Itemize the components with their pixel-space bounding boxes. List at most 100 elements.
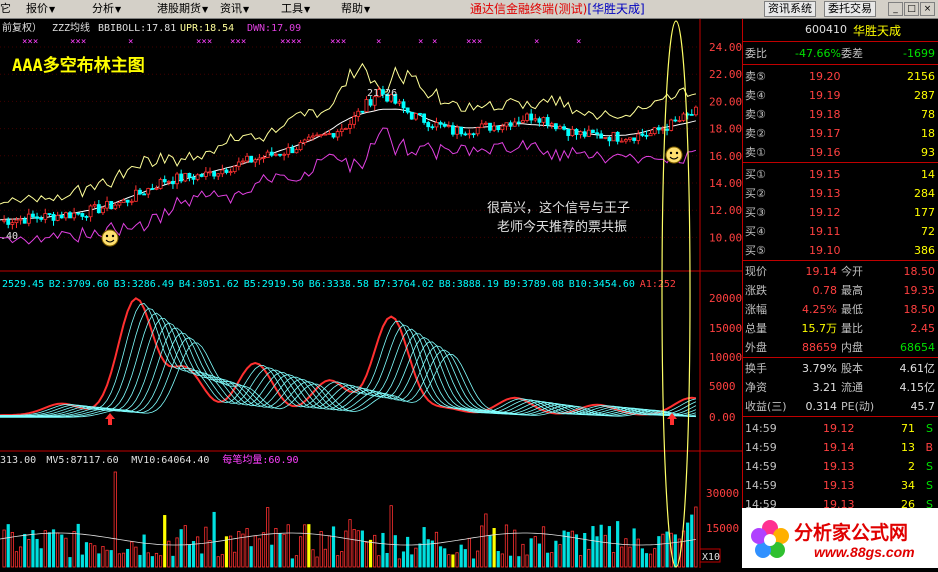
volume-legend: 313.00 MV5:87117.60 MV10:64064.40 每笔均量:60.9… [0,453,299,466]
candle [558,124,562,130]
candle [282,152,287,161]
volume-bar [18,546,23,568]
bid-price: 19.12 [809,206,841,219]
candle [693,105,698,117]
menu-item-0[interactable]: 它 [0,1,11,17]
bid-label: 买④ [745,225,766,238]
dwn-value: DWN:17.09 [247,23,301,34]
menu-item-help[interactable]: 帮助▼ [341,1,370,18]
volume-bar [253,535,257,568]
volume-bar [611,552,616,568]
ask-price: 19.16 [809,146,841,159]
volume-bar [175,537,179,568]
menu-label: 帮助 [341,2,363,15]
menu-item-tools[interactable]: 工具▼ [281,1,310,18]
volume-bar [686,522,690,568]
candle [224,168,229,175]
close-icon[interactable]: × [920,2,935,16]
weicha-value: -1699 [903,47,935,60]
watermark-logo: 分析家公式网 www.88gs.com [742,508,938,568]
indicator-legend-item: B5:2919.50 [244,279,304,290]
candle [455,124,459,139]
volume-bar [315,556,319,568]
volume-bar [422,527,426,568]
price-tick: 18.00 [709,123,742,136]
peak-label: 21.26 [367,88,397,99]
fan-line [0,297,697,417]
candle [574,128,579,140]
volume-bar [537,543,542,568]
volume-bar [377,555,381,568]
menu-item-analysis[interactable]: 分析▼ [92,1,121,18]
bid-volume: 284 [914,187,935,200]
candle [677,116,682,123]
candle [599,130,604,139]
chart-svg[interactable]: 前复权） ZZZ均线 BBIBOLL:17.81 UPR:18.54 DWN:1… [0,19,742,568]
ask-price: 19.19 [809,89,841,102]
volume-bar [286,524,290,568]
divider [743,416,938,417]
volume-bar [294,555,299,568]
candle [162,175,167,185]
maximize-icon[interactable]: □ [904,2,919,16]
stat-value: 18.50 [903,303,936,316]
volume-bar [327,535,332,568]
indicator-legend-item: B10:3454.60 [569,279,635,290]
volume-bar [410,554,414,568]
ask-volume: 93 [921,146,935,159]
stat-row: 外盘 88659 内盘 68654 [743,338,938,357]
volume-bar [340,551,344,568]
volume-bar [163,515,167,568]
volume-bar [467,537,472,568]
candle [228,168,233,176]
quote-header: 600410 华胜天成 [743,19,938,42]
candle [343,127,348,130]
indicator-tick: 0.00 [709,411,736,424]
volume-bar [117,553,122,568]
indicator-tick: 5000 [709,380,736,393]
volume-bar [438,546,443,568]
menu-item-news[interactable]: 资讯▼ [220,1,249,18]
menu-item-quote[interactable]: 报价▼ [26,1,55,18]
volume-bar [492,528,496,568]
candle [591,129,595,134]
volume-bar [459,544,463,568]
candle [55,211,60,222]
trade-button[interactable]: 委托交易 [824,1,876,17]
indicator-axis: 20000 15000 10000 5000 0.00 [709,292,742,424]
tick-price: 19.14 [823,441,855,454]
candle [603,137,608,140]
volume-bar [640,548,644,568]
indicator-tick: 20000 [709,292,742,305]
volume-legend-item: 313.00 [0,455,36,466]
signal-mark: ××× [330,37,346,47]
info-system-button[interactable]: 资讯系统 [764,1,816,17]
candle [232,165,237,174]
volume-bar [496,551,500,568]
candle [673,116,678,123]
boll-bands [0,62,697,245]
candle [681,111,686,122]
candle [146,187,151,199]
volume-bar [636,538,640,568]
candle [459,126,464,137]
indicator-name: ZZZ均线 [52,21,90,34]
candle [356,108,361,122]
signal-marks: ××× ××× × ××× ××× ×××× ××× × × × ××× × × [22,37,581,47]
volume-bar [620,546,624,568]
minimize-icon[interactable]: _ [888,2,903,16]
volume-bar [220,554,224,568]
stat-value: 19.35 [903,284,936,297]
volume-bar [261,532,266,568]
volume-bar [406,536,410,568]
volume-bar [381,532,385,568]
candle [203,167,208,180]
ask-price: 19.20 [809,70,841,83]
candle [315,132,319,137]
candle [302,138,307,146]
indicator-legend-item: A1:252 [640,279,676,290]
fundamental-value: 4.15亿 [899,381,936,394]
highlight-ellipse [661,20,691,568]
menu-item-hk-futures[interactable]: 港股期货▼ [157,1,208,18]
volume-bar [348,519,352,568]
